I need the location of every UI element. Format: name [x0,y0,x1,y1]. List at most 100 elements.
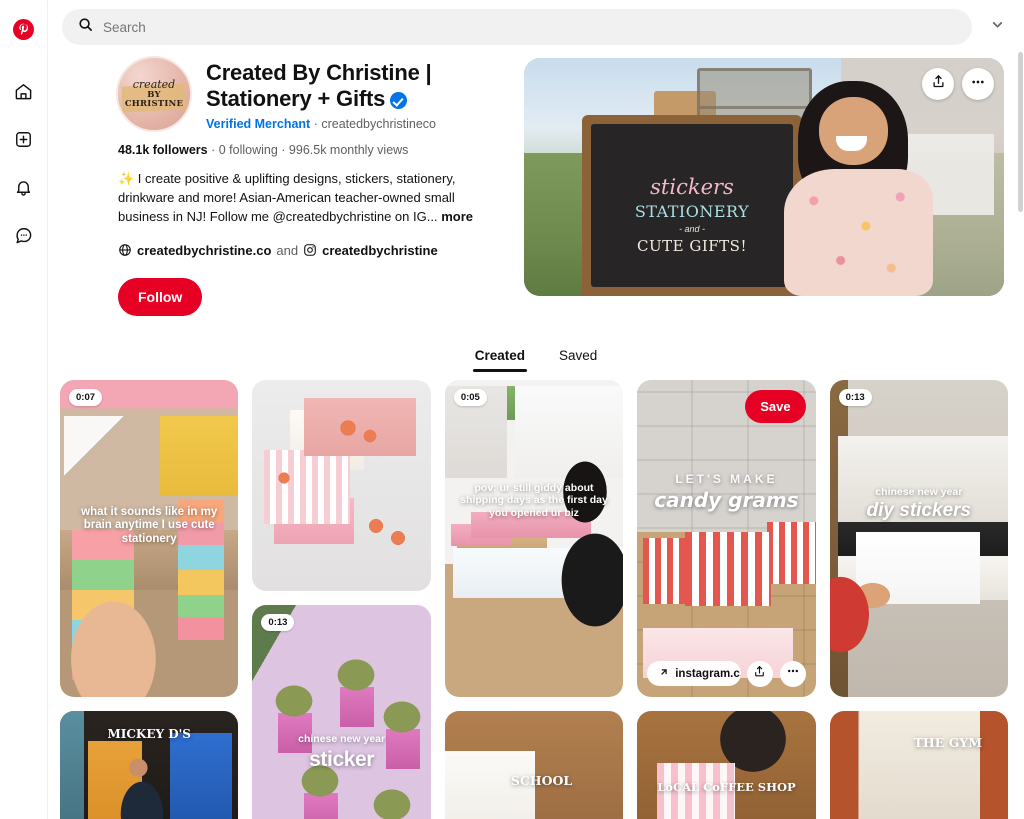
profile-subtitle: Verified Merchant · createdbychristineco [206,117,456,131]
pinterest-app: Search created BY CHRISTINE Created By C… [0,0,1024,819]
pin-overlay-text: THE GYM [913,734,983,750]
pin-the-gym[interactable]: THE GYM [829,710,1009,819]
instagram-link[interactable]: createdbychristine [322,243,438,258]
pin-overlay-text: LoCAL CoFFEE SHOP [657,779,796,794]
avatar-text: created BY CHRISTINE [118,79,190,108]
profile-tabs: Created Saved [48,344,1024,372]
avatar-line2: BY CHRISTINE [124,89,184,109]
globe-icon [118,243,132,257]
bio-text: ✨ I create positive & uplifting designs,… [118,171,456,224]
pin-hover-footer: instagram.c... [647,660,806,687]
profile-header: created BY CHRISTINE Created By Christin… [48,56,1024,316]
tab-created[interactable]: Created [472,344,528,372]
pin-more-button[interactable] [779,660,806,687]
account-menu-button[interactable] [980,10,1014,44]
pin-chinese-new-year-sticker[interactable]: 0:13 chinese new year sticker [252,604,431,819]
pin-column-2: 0:13 chinese new year sticker [252,379,431,819]
pin-diy-stickers[interactable]: 0:13 chinese new year diy stickers [829,379,1009,697]
pin-column-4: Save LET'S MAKE candy grams instagram.c.… [637,379,816,819]
pin-art-hand-sleeve [829,379,1009,697]
tab-saved[interactable]: Saved [557,344,599,372]
pin-duration-badge: 0:05 [453,388,487,406]
cover-share-button[interactable] [922,68,954,100]
person-face [818,96,888,165]
pin-source-link[interactable]: instagram.c... [647,661,741,687]
verified-check-icon [390,91,408,109]
more-horizontal-icon [970,74,986,95]
search-input[interactable]: Search [103,20,146,35]
profile-title-wrap: Created By Christine | Stationery + Gift… [206,56,456,131]
cover-more-button[interactable] [962,68,994,100]
more-horizontal-icon [786,664,800,683]
pin-overlay-text: SCHOOL [510,772,573,788]
bell-icon [14,178,33,202]
pin-local-coffee-shop[interactable]: LoCAL CoFFEE SHOP [637,710,816,819]
pinterest-icon [13,19,34,45]
pin-art-stickers [252,604,431,819]
page-scrollbar[interactable] [1018,52,1023,212]
plus-square-icon [14,130,33,154]
following-count: 0 following [218,143,278,157]
pin-grid: 0:07 what it sounds like in my brain any… [48,379,1024,819]
search-bar[interactable]: Search [62,9,972,45]
cover-chalkboard: stickers STATIONERY - and - CUTE GIFTS! [581,115,803,296]
pin-art-closet [829,710,1009,819]
person-dress [783,169,933,296]
pinterest-logo-button[interactable] [6,14,42,50]
pin-overlay-text: what it sounds like in my brain anytime … [81,505,218,546]
chalkboard-surface: stickers STATIONERY - and - CUTE GIFTS! [590,124,794,287]
bio-more-link[interactable]: more [441,209,473,224]
stats-sep-1: · [207,143,219,157]
sidebar-item-messages[interactable] [6,220,42,256]
pin-column-3: 0:05 pov: ur still giddy about shipping … [444,379,624,819]
pin-candy-grams[interactable]: Save LET'S MAKE candy grams instagram.c.… [637,379,816,697]
pin-duration-badge: 0:07 [69,388,103,406]
cover-actions [922,68,994,100]
share-icon [931,74,946,94]
left-nav-rail [0,0,48,819]
pin-source-text: instagram.c... [675,667,740,680]
pin-art-tote [444,710,624,819]
pin-cute-stationery[interactable]: 0:07 what it sounds like in my brain any… [60,379,239,697]
pin-mickey-ds[interactable]: MICKEY D'S [60,710,239,819]
page-title: Created By Christine | Stationery + Gift… [206,60,456,112]
pin-art-sticker-roll [637,379,816,697]
chevron-down-icon [991,18,1004,36]
stats-sep-2: · [277,143,289,157]
pin-share-button[interactable] [746,660,773,687]
profile-identity: created BY CHRISTINE Created By Christin… [116,56,506,132]
chalkboard-line-2: STATIONERY [634,201,750,221]
save-button[interactable]: Save [745,389,806,423]
pin-art-cherries [252,379,431,591]
subtitle-separator: · [313,116,318,131]
home-icon [14,82,33,106]
pin-shipping-days[interactable]: 0:05 pov: ur still giddy about shipping … [444,379,624,697]
monthly-views: 996.5k monthly views [288,143,409,157]
pin-overlay-big: sticker [309,747,375,771]
website-link[interactable]: createdbychristine.co [137,243,271,258]
pin-art-person [444,379,624,697]
external-link-icon [659,667,669,680]
pin-overlay-text: MICKEY D'S [107,726,191,741]
profile-cover-image[interactable]: stickers STATIONERY - and - CUTE GIFTS! [524,58,1004,296]
instagram-icon [303,243,317,257]
links-conjunction: and [276,242,299,258]
sidebar-item-home[interactable] [6,76,42,112]
sidebar-item-create[interactable] [6,124,42,160]
pin-column-1: 0:07 what it sounds like in my brain any… [60,379,239,819]
chalkboard-line-4: CUTE GIFTS! [637,236,747,255]
pin-overlay-small: chinese new year [298,732,386,745]
pin-cherry-stationery-flatlay[interactable] [252,379,431,591]
profile-stats: 48.1k followers · 0 following · 996.5k m… [116,143,506,157]
profile-username: createdbychristineco [321,116,436,131]
verified-merchant-label: Verified Merchant [206,116,311,131]
follow-button[interactable]: Follow [118,277,203,316]
pin-overlay-big: diy stickers [866,499,972,521]
pin-overlay-text: pov: ur still giddy about shipping days … [460,481,608,519]
followers-count: 48.1k followers [118,143,208,157]
pin-duration-badge: 0:13 [838,388,872,406]
pin-school-tote[interactable]: SCHOOL [444,710,624,819]
pin-art-notebook [637,710,816,819]
sidebar-item-notifications[interactable] [6,172,42,208]
main-content: Search created BY CHRISTINE Created By C… [48,0,1024,819]
